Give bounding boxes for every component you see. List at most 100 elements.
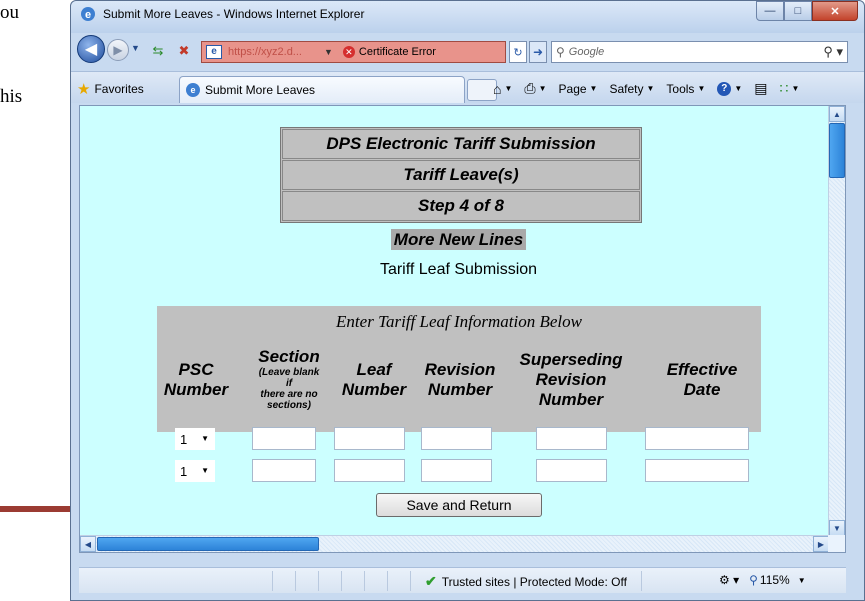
minimize-button[interactable]: — (756, 1, 784, 21)
favorites-label: Favorites (94, 82, 144, 96)
research-button[interactable]: ▤ (754, 80, 767, 97)
forward-arrow-icon: ▶ (113, 43, 123, 57)
command-bar: ★ Favorites e Submit More Leaves ⌂ ▼ ⎙ ▼ P… (71, 71, 864, 103)
header-title: DPS Electronic Tariff Submission (282, 129, 640, 159)
zoom-button[interactable]: ⚲ 115% ▼ (749, 573, 806, 587)
close-button[interactable]: ✕ (812, 1, 858, 21)
favorites-button[interactable]: ★ Favorites (77, 80, 144, 98)
step-indicator: Step 4 of 8 (282, 191, 640, 221)
document-text-fragment: ou (0, 2, 19, 23)
revision-number-input[interactable] (421, 427, 492, 450)
back-button[interactable]: ◀ (77, 35, 105, 63)
scroll-right-icon[interactable]: ▶ (813, 536, 829, 552)
effective-date-input[interactable] (645, 427, 749, 450)
horizontal-scrollbar[interactable]: ◀ ▶ (80, 535, 829, 552)
print-button[interactable]: ⎙ ▼ (524, 80, 546, 97)
page-viewport: DPS Electronic Tariff Submission Tariff … (79, 105, 846, 553)
certificate-error-label[interactable]: Certificate Error (359, 46, 436, 58)
psc-number-select[interactable]: 1 ▼ (175, 460, 215, 482)
close-icon: ✕ (830, 5, 840, 18)
revision-number-input[interactable] (421, 459, 492, 482)
status-divider (641, 571, 642, 591)
go-button[interactable]: ➜ (529, 41, 547, 63)
column-header-superseding-revision-number: Superseding Revision Number (512, 350, 630, 410)
status-divider (410, 571, 411, 591)
column-header-text: Number (427, 380, 493, 399)
leaf-number-input[interactable] (334, 427, 405, 450)
protected-mode-icon[interactable]: ⚙ ▾ (719, 573, 739, 587)
horizontal-scroll-thumb[interactable] (97, 537, 319, 551)
zoom-level: 115% (759, 573, 790, 587)
help-menu[interactable]: ? ▼ (717, 81, 742, 96)
column-header-leaf-number: Leaf Number (337, 360, 411, 400)
tab-submit-more-leaves[interactable]: e Submit More Leaves (179, 76, 465, 103)
document-text-fragment: his (0, 86, 23, 107)
refresh-button[interactable]: ↻ (509, 41, 527, 63)
scroll-up-icon[interactable]: ▲ (829, 106, 845, 122)
chevron-down-icon: ▼ (201, 434, 209, 443)
column-header-text: PSC (178, 360, 214, 379)
column-header-revision-number: Revision Number (417, 360, 503, 400)
page-icon: e (206, 45, 222, 59)
zoom-icon: ⚲ (749, 573, 758, 587)
maximize-icon: □ (794, 5, 802, 17)
address-dropdown-icon[interactable]: ▼ (324, 47, 333, 57)
superseding-revision-number-input[interactable] (536, 427, 607, 450)
column-header-text: Revision (535, 370, 607, 389)
go-arrow-icon: ➜ (532, 45, 544, 59)
tariff-leaf-submission-label: Tariff Leaf Submission (379, 261, 538, 278)
security-zone[interactable]: ✔ Trusted sites | Protected Mode: Off (425, 573, 627, 590)
section-input[interactable] (252, 459, 316, 482)
home-button[interactable]: ⌂ ▼ (493, 81, 512, 97)
scroll-left-icon[interactable]: ◀ (80, 536, 96, 552)
column-header-text: Section (258, 347, 320, 366)
address-bar[interactable]: e https://xyz2.d... ▼ ✕ Certificate Erro… (201, 41, 506, 63)
compatibility-view-icon[interactable]: ⇆ (149, 42, 167, 60)
vertical-scrollbar[interactable]: ▲ ▼ (828, 106, 845, 536)
checkmark-icon: ✔ (425, 573, 437, 589)
search-box[interactable]: ⚲ Google ⚲ ▾ (551, 41, 848, 63)
minimize-icon: — (764, 5, 776, 17)
safety-menu[interactable]: Safety ▼ (609, 82, 654, 96)
vertical-scroll-thumb[interactable] (829, 123, 845, 178)
print-icon: ⎙ (524, 80, 536, 96)
ie-logo-icon: e (81, 7, 95, 21)
search-icon[interactable]: ⚲ ▾ (823, 44, 843, 60)
ie-tab-icon: e (186, 83, 200, 97)
effective-date-input[interactable] (645, 459, 749, 482)
psc-number-select[interactable]: 1 ▼ (175, 428, 215, 450)
section-input[interactable] (252, 427, 316, 450)
certificate-error-icon: ✕ (342, 46, 355, 58)
column-header-text: Revision (424, 360, 496, 379)
status-bar: ✔ Trusted sites | Protected Mode: Off ⚙ … (79, 567, 846, 593)
status-divider (364, 571, 365, 591)
column-header-text: Effective (666, 360, 738, 379)
column-header-note: if (285, 378, 293, 389)
save-and-return-button[interactable]: Save and Return (376, 493, 542, 517)
tariff-leaf-form: Enter Tariff Leaf Information Below PSC … (157, 306, 761, 432)
maximize-button[interactable]: □ (784, 1, 812, 21)
translate-button[interactable]: ∷ ▼ (780, 80, 800, 97)
star-icon: ★ (77, 81, 91, 98)
status-divider (272, 571, 273, 591)
security-zone-label: Trusted sites | Protected Mode: Off (441, 574, 627, 589)
header-subtitle: Tariff Leave(s) (282, 160, 640, 190)
forward-button[interactable]: ▶ (107, 39, 129, 61)
title-bar: e Submit More Leaves - Windows Internet … (71, 1, 864, 33)
form-title: Enter Tariff Leaf Information Below (336, 312, 582, 331)
home-icon: ⌂ (493, 80, 502, 97)
leaf-number-input[interactable] (334, 459, 405, 482)
column-header-text: Number (341, 380, 407, 399)
recent-pages-dropdown[interactable]: ▼ (131, 43, 140, 53)
status-divider (387, 571, 388, 591)
column-header-note: there are no (260, 389, 318, 400)
tools-menu[interactable]: Tools ▼ (666, 82, 705, 96)
address-url[interactable]: https://xyz2.d... (228, 46, 320, 58)
stop-icon[interactable]: ✖ (175, 42, 193, 60)
superseding-revision-number-input[interactable] (536, 459, 607, 482)
help-icon: ? (717, 81, 732, 96)
back-arrow-icon: ◀ (84, 41, 98, 58)
psc-number-value: 1 (180, 431, 188, 447)
page-menu[interactable]: Page ▼ (559, 82, 598, 96)
scroll-down-icon[interactable]: ▼ (829, 520, 845, 536)
